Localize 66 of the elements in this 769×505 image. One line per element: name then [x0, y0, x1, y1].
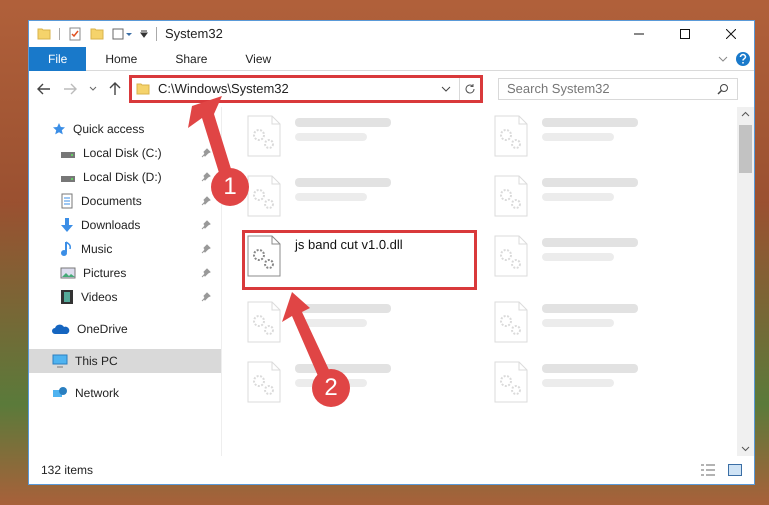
search-input[interactable]: Search System32 [507, 79, 717, 99]
ribbon-tab[interactable]: Share [156, 46, 226, 70]
refresh-icon[interactable] [464, 83, 476, 95]
pin-icon[interactable] [201, 268, 211, 278]
dll-file-icon [494, 175, 528, 217]
chevron-down-icon[interactable] [89, 86, 97, 92]
cloud-icon [52, 323, 70, 335]
scrollbar-thumb[interactable] [739, 125, 752, 173]
dll-file-icon [247, 175, 281, 217]
ribbon-tab[interactable]: File [29, 46, 86, 70]
folder-icon [136, 83, 150, 95]
large-icons-view-icon[interactable] [728, 464, 742, 476]
chevron-down-icon[interactable] [441, 85, 451, 93]
film-icon [60, 289, 74, 305]
pin-icon[interactable] [201, 244, 211, 254]
download-icon [60, 217, 74, 233]
nav-item[interactable]: OneDrive [52, 320, 128, 338]
item-count: 132 items [41, 462, 94, 479]
dll-file-icon [247, 115, 281, 157]
new-folder-icon [90, 28, 104, 40]
dll-file-icon [494, 301, 528, 343]
nav-item[interactable]: Pictures [60, 264, 126, 282]
pin-icon[interactable] [201, 148, 211, 158]
nav-item[interactable]: Downloads [60, 216, 140, 234]
folder-icon [37, 28, 51, 40]
nav-item[interactable]: Network [52, 384, 120, 402]
nav-item[interactable]: Quick access [52, 120, 144, 138]
dll-file-icon [247, 361, 281, 403]
search-icon[interactable] [717, 83, 729, 95]
network-icon [52, 386, 68, 400]
file-name[interactable]: js band cut v1.0.dll [295, 235, 403, 277]
picture-icon [60, 266, 76, 280]
search-field[interactable]: Search System32 [498, 78, 738, 100]
close-icon [726, 29, 736, 39]
properties-icon[interactable] [68, 27, 82, 41]
help-icon[interactable] [736, 52, 750, 66]
chevron-up-icon[interactable] [741, 111, 750, 117]
nav-item[interactable]: Documents [60, 192, 142, 210]
nav-item[interactable]: Music [60, 240, 112, 258]
dll-file-icon [247, 301, 281, 343]
view-options-icon[interactable] [112, 28, 132, 40]
chevron-down-icon[interactable] [741, 446, 750, 452]
window-title: System32 [165, 25, 223, 44]
ribbon-tab[interactable]: View [226, 46, 290, 70]
details-view-icon[interactable] [700, 464, 716, 476]
up-arrow-icon[interactable] [109, 82, 121, 96]
back-arrow-icon[interactable] [37, 83, 51, 95]
pin-icon[interactable] [201, 196, 211, 206]
music-note-icon [60, 241, 74, 257]
nav-item[interactable]: Local Disk (C:) [60, 144, 162, 162]
dll-file-icon [494, 361, 528, 403]
nav-item[interactable]: Local Disk (D:) [60, 168, 162, 186]
nav-item[interactable]: Videos [60, 288, 118, 306]
maximize-icon [680, 29, 690, 39]
ribbon-tab[interactable]: Home [86, 46, 156, 70]
pin-icon[interactable] [201, 292, 211, 302]
monitor-icon [52, 354, 68, 368]
pin-icon[interactable] [201, 220, 211, 230]
dll-file-icon [494, 115, 528, 157]
scrollbar[interactable] [737, 107, 754, 456]
dll-file-icon [494, 235, 528, 277]
customize-dropdown-icon[interactable] [140, 30, 148, 38]
pin-icon[interactable] [201, 172, 211, 182]
star-icon [52, 122, 66, 136]
dll-file-icon [247, 235, 281, 277]
document-icon [60, 193, 74, 209]
